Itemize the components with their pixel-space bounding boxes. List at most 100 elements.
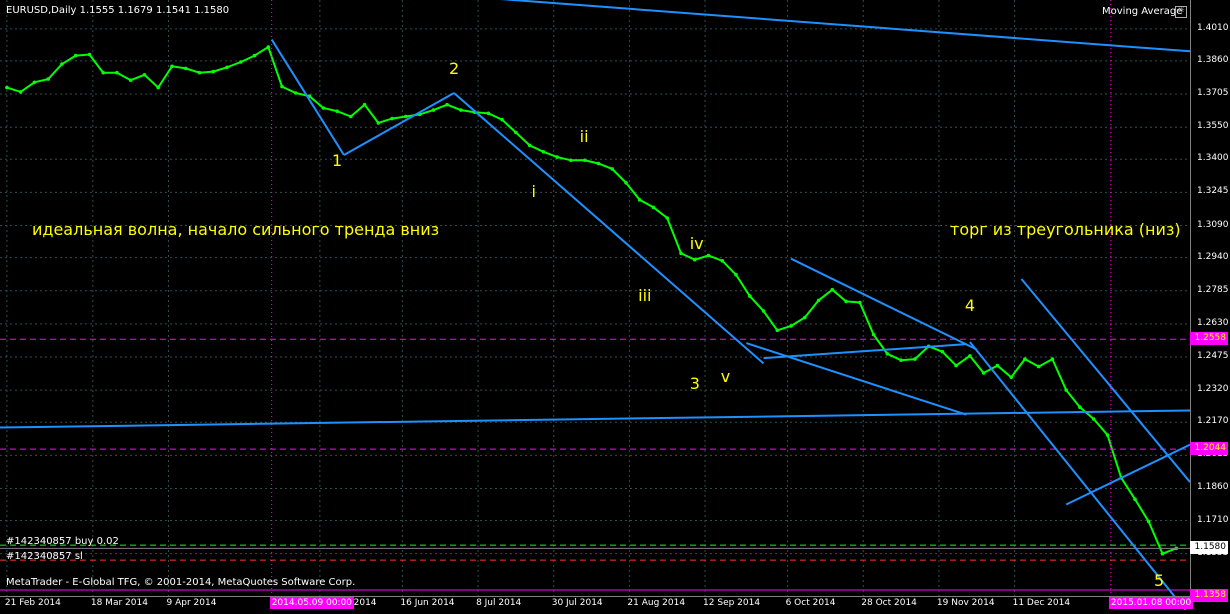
price-point [734,272,738,277]
trendline[interactable] [453,92,765,365]
wave-label: 1 [332,151,343,171]
price-tick-label: 1.2785 [1197,284,1229,295]
price-point [183,66,188,71]
price-point [679,251,683,256]
price-point [596,161,601,166]
price-point [954,363,958,368]
trendline[interactable] [746,342,967,416]
wave-label: 3 [689,373,700,393]
price-tick-label: 1.2320 [1197,384,1229,395]
price-point [280,84,284,89]
chart-area[interactable]: 1 2 i ii iii iv v 3 4 5 1.4010 1.3860 1.3705 1.3550 1… [0,0,1230,614]
trendline[interactable] [1020,278,1191,483]
date-tick-label: 18 Mar 2014 [90,598,148,608]
price-tick-label: 1.2940 [1197,251,1229,262]
trendline[interactable] [1065,443,1191,506]
price-point [968,354,972,358]
price-point [803,315,807,320]
price-point [569,158,573,163]
price-tick-label: 1.3550 [1197,121,1229,132]
price-point [651,205,656,210]
price-point [692,257,697,262]
price-point [197,70,202,75]
price-point [1133,497,1137,502]
price-point [170,64,174,69]
date-tick-label: 16 Jun 2014 [400,598,455,608]
price-point [1050,357,1055,361]
price-point [225,65,229,70]
price-point [18,90,23,94]
wave-label: 5 [1154,571,1165,591]
price-point [1160,551,1165,556]
trendline[interactable] [343,92,455,156]
gear-icon[interactable]: ☼ [1175,6,1187,18]
order-sl-label[interactable]: #142340857 sl [6,551,83,562]
trendline[interactable] [270,39,345,156]
price-point [514,130,518,135]
price-point [1078,405,1082,410]
price-point [390,116,394,121]
price-point [486,111,491,116]
price-tick-label: 1.2170 [1197,416,1229,427]
wave-label: iv [689,233,704,253]
trendlines[interactable] [0,0,1191,614]
price-point [720,259,725,263]
price-tick-label: 1.2475 [1197,351,1229,361]
price-series [5,45,1178,556]
price-point [1091,417,1096,421]
price-tick-label: 1.1710 [1197,514,1229,525]
price-label: 1.2558 [1190,332,1228,346]
price-point [844,299,848,304]
price-point [830,287,835,292]
price-point [321,106,326,110]
date-tick-label: 11 Dec 2014 [1012,598,1071,608]
price-point [1023,357,1027,361]
price-chart[interactable] [0,0,1230,614]
price-axis-border [1190,0,1191,596]
price-point [87,52,92,57]
trendline[interactable] [969,341,1190,614]
trendline[interactable] [0,409,1191,429]
price-point [995,363,1000,368]
price-tick-label: 1.3245 [1197,186,1229,197]
time-axis-border [0,596,1190,597]
trendline[interactable] [763,343,967,360]
price-tick-label: 1.3860 [1197,54,1229,65]
date-tick-label: 8 Jul 2014 [476,598,522,608]
note-left: идеальная волна, начало сильного тренда … [32,220,440,239]
order-buy-label[interactable]: #142340857 buy 0.02 [6,536,119,547]
trendline[interactable] [471,0,1191,53]
price-point [156,85,160,90]
price-point [899,358,903,363]
trendline[interactable] [790,257,978,351]
price-point [789,324,793,328]
price-point [885,352,890,356]
price-point [624,181,628,185]
price-point [252,53,257,58]
price-point [142,73,147,77]
price-point [761,309,766,313]
price-tick-label: 1.2630 [1197,317,1229,328]
date-tick-label: 21 Aug 2014 [627,598,686,608]
time-marker-label: 2014.05.09 00:00 [269,597,355,609]
price-point [582,158,587,163]
price-point [459,108,463,112]
price-point [445,102,449,107]
date-tick-label: 21 Feb 2014 [4,598,61,608]
indicator-label[interactable]: Moving Average [1102,6,1182,17]
price-point [527,143,532,148]
price-point [73,53,78,58]
price-point [775,328,780,333]
note-right: торг из треугольника (низ) [950,220,1181,239]
price-point [858,300,862,305]
grid [0,0,1190,596]
price-point [362,102,367,107]
price-tick-label: 1.3400 [1197,153,1229,164]
price-point [115,70,119,75]
price-line [6,45,1177,555]
price-point [610,167,614,171]
price-point [1036,364,1041,369]
price-point [1064,388,1068,392]
wave-label: iii [638,286,652,306]
price-point [555,155,559,159]
